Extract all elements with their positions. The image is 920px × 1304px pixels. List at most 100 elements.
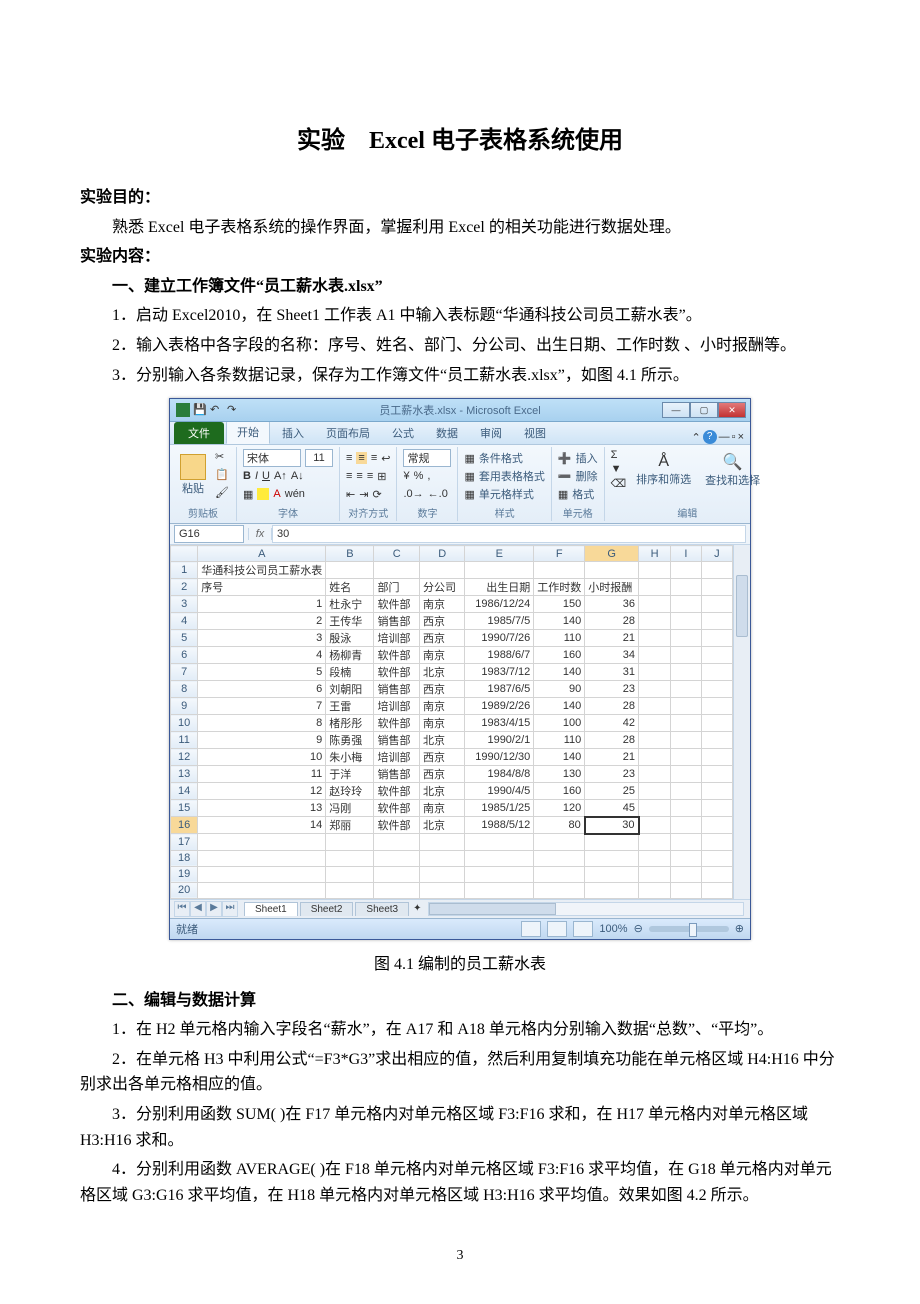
cell[interactable]: 1986/12/24 bbox=[465, 596, 534, 613]
cut-icon[interactable]: ✂ bbox=[214, 449, 230, 465]
cell[interactable] bbox=[671, 834, 702, 851]
row-header[interactable]: 10 bbox=[171, 715, 198, 732]
sheet-tab-sheet1[interactable]: Sheet1 bbox=[244, 902, 298, 916]
cell[interactable]: 赵玲玲 bbox=[326, 783, 374, 800]
vertical-scrollbar[interactable] bbox=[733, 545, 750, 899]
cell[interactable] bbox=[639, 681, 671, 698]
font-color-icon[interactable]: A bbox=[273, 488, 280, 500]
cell[interactable]: 140 bbox=[534, 613, 585, 630]
hscroll-thumb[interactable] bbox=[429, 903, 557, 915]
cell[interactable]: 120 bbox=[534, 800, 585, 817]
title-bar[interactable]: 💾 ↶ ↷ 员工薪水表.xlsx - Microsoft Excel — ▢ ✕ bbox=[170, 399, 750, 422]
cell[interactable]: 出生日期 bbox=[465, 579, 534, 596]
tab-insert[interactable]: 插入 bbox=[272, 422, 314, 444]
sheet-tab-sheet2[interactable]: Sheet2 bbox=[300, 902, 354, 916]
cell[interactable]: 1983/4/15 bbox=[465, 715, 534, 732]
row-header[interactable]: 13 bbox=[171, 766, 198, 783]
scrollbar-thumb[interactable] bbox=[736, 575, 748, 637]
row-header[interactable]: 4 bbox=[171, 613, 198, 630]
tab-file[interactable]: 文件 bbox=[174, 422, 224, 444]
cell[interactable]: 150 bbox=[534, 596, 585, 613]
cell[interactable]: 段楠 bbox=[326, 664, 374, 681]
cell[interactable]: 销售部 bbox=[374, 766, 419, 783]
cell[interactable]: 7 bbox=[198, 698, 326, 715]
cell[interactable] bbox=[639, 630, 671, 647]
row-header[interactable]: 16 bbox=[171, 817, 198, 834]
row-header[interactable]: 9 bbox=[171, 698, 198, 715]
cell[interactable] bbox=[701, 579, 732, 596]
cell[interactable] bbox=[326, 866, 374, 882]
cell[interactable]: 郑丽 bbox=[326, 817, 374, 834]
cell[interactable]: 4 bbox=[198, 647, 326, 664]
cell[interactable]: 杨柳青 bbox=[326, 647, 374, 664]
cell[interactable]: 王雷 bbox=[326, 698, 374, 715]
row-header[interactable]: 1 bbox=[171, 562, 198, 579]
cell[interactable] bbox=[671, 715, 702, 732]
row-header[interactable]: 5 bbox=[171, 630, 198, 647]
cell[interactable] bbox=[374, 562, 419, 579]
cell[interactable]: 软件部 bbox=[374, 783, 419, 800]
cell[interactable]: 9 bbox=[198, 732, 326, 749]
cell[interactable]: 1988/5/12 bbox=[465, 817, 534, 834]
cell[interactable]: 23 bbox=[585, 681, 639, 698]
cell[interactable]: 软件部 bbox=[374, 596, 419, 613]
zoom-out-icon[interactable]: ⊖ bbox=[634, 922, 643, 935]
cell[interactable] bbox=[534, 866, 585, 882]
cell[interactable] bbox=[639, 664, 671, 681]
cell[interactable] bbox=[701, 613, 732, 630]
cell[interactable] bbox=[701, 664, 732, 681]
name-box[interactable]: G16 bbox=[174, 525, 244, 543]
cell[interactable] bbox=[701, 715, 732, 732]
cell[interactable]: 1988/6/7 bbox=[465, 647, 534, 664]
insert-cells-icon[interactable]: ➕ bbox=[558, 452, 572, 465]
tab-next-icon[interactable]: ▶ bbox=[206, 901, 222, 917]
row-header[interactable]: 14 bbox=[171, 783, 198, 800]
workbook-restore-icon[interactable]: ▫ bbox=[732, 431, 736, 443]
cell[interactable] bbox=[419, 866, 464, 882]
cell[interactable]: 部门 bbox=[374, 579, 419, 596]
view-break-icon[interactable] bbox=[573, 921, 593, 937]
cell-style-icon[interactable]: ▦ bbox=[464, 488, 474, 501]
font-name-combo[interactable]: 宋体 bbox=[243, 449, 301, 467]
cell[interactable] bbox=[198, 850, 326, 866]
cell[interactable] bbox=[701, 783, 732, 800]
cell[interactable] bbox=[465, 866, 534, 882]
grow-font-icon[interactable]: A↑ bbox=[274, 470, 287, 482]
cell[interactable]: 31 bbox=[585, 664, 639, 681]
cell[interactable]: 楮彤彤 bbox=[326, 715, 374, 732]
number-format-combo[interactable]: 常规 bbox=[403, 449, 451, 467]
cell[interactable]: 软件部 bbox=[374, 817, 419, 834]
cell[interactable]: 1984/8/8 bbox=[465, 766, 534, 783]
zoom-slider[interactable] bbox=[649, 926, 729, 932]
row-header[interactable]: 2 bbox=[171, 579, 198, 596]
cell[interactable] bbox=[671, 749, 702, 766]
cell[interactable]: 西京 bbox=[419, 613, 464, 630]
cell[interactable]: 23 bbox=[585, 766, 639, 783]
cell[interactable] bbox=[639, 579, 671, 596]
cell[interactable]: 南京 bbox=[419, 698, 464, 715]
col-header-H[interactable]: H bbox=[639, 546, 671, 562]
cell[interactable] bbox=[701, 732, 732, 749]
cell[interactable] bbox=[639, 749, 671, 766]
cell[interactable]: 130 bbox=[534, 766, 585, 783]
cell[interactable] bbox=[419, 834, 464, 851]
cell[interactable] bbox=[639, 850, 671, 866]
format-painter-icon[interactable]: 🖌 bbox=[214, 485, 230, 501]
cell[interactable]: 北京 bbox=[419, 783, 464, 800]
cell[interactable]: 140 bbox=[534, 749, 585, 766]
cell[interactable]: 10 bbox=[198, 749, 326, 766]
row-header[interactable]: 17 bbox=[171, 834, 198, 851]
cell[interactable]: 西京 bbox=[419, 630, 464, 647]
cell[interactable] bbox=[465, 562, 534, 579]
cell[interactable] bbox=[639, 834, 671, 851]
tab-prev-icon[interactable]: ◀ bbox=[190, 901, 206, 917]
tab-layout[interactable]: 页面布局 bbox=[316, 422, 380, 444]
align-bot-icon[interactable]: ≡ bbox=[371, 452, 377, 464]
cell[interactable] bbox=[534, 850, 585, 866]
horizontal-scrollbar[interactable] bbox=[428, 902, 745, 916]
cell[interactable] bbox=[701, 800, 732, 817]
row-header[interactable]: 11 bbox=[171, 732, 198, 749]
cell[interactable] bbox=[701, 882, 732, 898]
currency-icon[interactable]: ¥ bbox=[403, 470, 409, 482]
cell[interactable]: 3 bbox=[198, 630, 326, 647]
